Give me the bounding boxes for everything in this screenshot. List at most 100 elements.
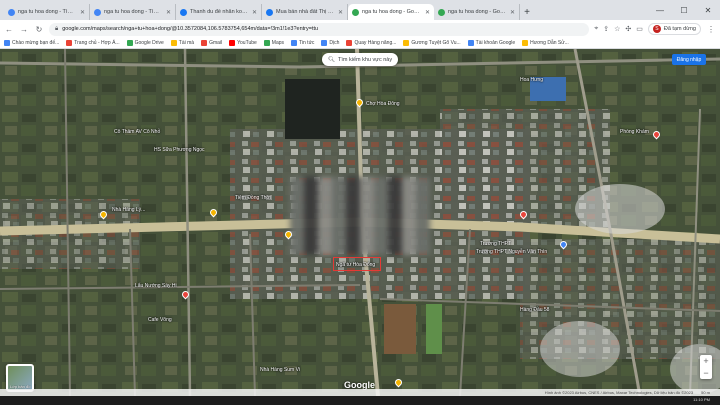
tab-title: nga tu hoa dong - Tìm trên Go xyxy=(104,9,163,15)
bookmark-label: Trang chủ - Hợp Á... xyxy=(74,40,120,46)
tab-title: nga tu hoa dong - Google Maps xyxy=(448,9,507,15)
forward-icon[interactable]: → xyxy=(19,23,29,35)
extensions-icon[interactable]: ✣ xyxy=(625,25,631,33)
tab-title: Mua bán nhà đất Thị xã Gò Cô xyxy=(276,9,335,15)
browser-tab[interactable]: nga tu hoa dong - Google Maps✕ xyxy=(434,4,520,20)
search-this-area-button[interactable]: 🔍︎ Tìm kiếm khu vực này xyxy=(322,53,399,66)
close-tab-icon[interactable]: ✕ xyxy=(425,9,430,16)
reload-icon[interactable]: ↻ xyxy=(34,23,44,35)
map-label[interactable]: Cafe Võng xyxy=(148,317,172,323)
minimize-icon[interactable]: — xyxy=(648,0,672,20)
location-icon[interactable]: ⌖ xyxy=(594,25,598,33)
map-label[interactable]: Nhà Hàng Lý... xyxy=(112,207,145,213)
share-icon[interactable]: ⇪ xyxy=(603,25,609,33)
sidebar-icon[interactable]: ▭ xyxy=(636,25,643,33)
zoom-out-button[interactable]: − xyxy=(703,367,708,379)
tab-title: nga tu hoa dong - Tìm trên Go xyxy=(18,9,77,15)
browser-tab[interactable]: nga tu hoa dong - Google Maps✕ xyxy=(348,4,434,20)
layers-toggle[interactable]: Lớp bản đồ xyxy=(6,364,34,392)
blurred-region xyxy=(290,177,430,255)
tab-title: nga tu hoa dong - Google Maps xyxy=(362,9,422,15)
favicon-icon xyxy=(94,8,101,16)
bookmark-item[interactable]: YouTube xyxy=(229,40,257,46)
bookmark-favicon-icon xyxy=(467,40,474,46)
bookmark-item[interactable]: Tin tức xyxy=(291,40,314,46)
bookmark-item[interactable]: Gmail xyxy=(201,40,222,46)
bookmark-item[interactable]: Tài mà xyxy=(170,40,195,46)
sign-in-button[interactable]: Đăng nhập xyxy=(672,54,706,65)
close-tab-icon[interactable]: ✕ xyxy=(80,9,85,16)
browser-tab[interactable]: Mua bán nhà đất Thị xã Gò Cô✕ xyxy=(262,4,348,20)
bookmark-item[interactable]: Tài khoản Google xyxy=(467,40,516,46)
bookmark-favicon-icon xyxy=(126,40,133,46)
favicon-icon xyxy=(8,8,15,16)
bookmark-label: YouTube xyxy=(237,40,257,46)
scale-label[interactable]: 50 m xyxy=(701,390,710,395)
bookmark-item[interactable]: Hương Dẫn Sử... xyxy=(522,40,569,46)
bookmark-favicon-icon xyxy=(522,40,529,46)
new-tab-button[interactable]: + xyxy=(520,4,534,20)
map-label[interactable]: Tiệm Đồng Thời xyxy=(235,195,271,201)
close-tab-icon[interactable]: ✕ xyxy=(510,9,515,16)
map-label[interactable]: Hoa Hưng xyxy=(520,77,543,83)
search-icon: 🔍︎ xyxy=(328,56,335,63)
bookmark-item[interactable]: Maps xyxy=(263,40,284,46)
bookmark-favicon-icon xyxy=(170,40,177,46)
bookmark-favicon-icon xyxy=(66,40,73,46)
back-icon[interactable]: ← xyxy=(4,23,14,35)
favicon-icon xyxy=(180,8,187,16)
map-label[interactable]: Hàng Đầu 58 xyxy=(520,307,549,313)
favicon-icon xyxy=(266,8,273,16)
browser-tab[interactable]: nga tu hoa dong - Tìm trên Go✕ xyxy=(90,4,176,20)
zoom-control: + − xyxy=(700,355,712,379)
map-label[interactable]: Phòng Khám xyxy=(620,129,649,135)
map-label[interactable]: Ngã tư Hòa Đông xyxy=(336,262,375,268)
maximize-icon[interactable]: ☐ xyxy=(672,0,696,20)
profile-button[interactable]: S Đã tạm dừng xyxy=(647,23,701,35)
attribution-text: Hình ảnh ©2023 Airbus, CNES / Airbus, Ma… xyxy=(544,390,694,395)
close-tab-icon[interactable]: ✕ xyxy=(166,9,171,16)
close-tab-icon[interactable]: ✕ xyxy=(252,9,257,16)
bookmark-label: Gmail xyxy=(209,40,223,46)
zoom-in-button[interactable]: + xyxy=(703,355,708,367)
browser-toolbar: ← → ↻ 🔒︎ google.com/maps/search/nga+tu+h… xyxy=(0,20,720,38)
bookmark-star-icon[interactable]: ☆ xyxy=(614,25,620,33)
close-icon[interactable]: ✕ xyxy=(696,0,720,20)
tab-strip: nga tu hoa dong - Tìm trên Go✕nga tu hoa… xyxy=(0,0,720,20)
map-label[interactable]: Trường THPT Nguyễn Văn Thìn xyxy=(476,249,547,255)
bookmark-label: Hương Dẫn Sử... xyxy=(530,40,569,46)
map-label[interactable]: Nhà Hàng Sum Vi xyxy=(260,367,300,373)
avatar: S xyxy=(652,25,661,33)
close-tab-icon[interactable]: ✕ xyxy=(338,9,343,16)
address-bar[interactable]: 🔒︎ google.com/maps/search/nga+tu+hoa+don… xyxy=(49,22,590,36)
map-label[interactable]: Lẩu Nướng Sáy Hi xyxy=(135,283,177,289)
bookmark-favicon-icon xyxy=(4,40,10,46)
satellite-map[interactable]: Trường THPT Cô Thảm AV Cô Nhỏ HS Sữa Phư… xyxy=(0,49,720,396)
bookmark-item[interactable]: Quay Hàng năng... xyxy=(346,40,396,46)
window-controls: — ☐ ✕ xyxy=(648,0,720,20)
url-text: google.com/maps/search/nga+tu+hoa+dong/@… xyxy=(62,26,319,32)
bookmark-item[interactable]: Google Drive xyxy=(126,40,164,46)
favicon-icon xyxy=(438,8,445,16)
bookmarks-bar: Chào mừng bạn đế... Trang chủ - Hợp Á... G… xyxy=(0,38,720,49)
profile-label: Đã tạm dừng xyxy=(663,26,696,32)
bookmark-item[interactable]: Trang chủ - Hợp Á... xyxy=(66,40,120,46)
bookmark-label: Tài mà xyxy=(178,40,195,46)
map-label[interactable]: HS Sữa Phương Ngọc xyxy=(154,147,205,153)
bookmark-favicon-icon xyxy=(229,40,236,46)
bookmark-item[interactable]: Chào mừng bạn đế... xyxy=(4,40,59,46)
bookmark-label: Tin tức xyxy=(299,40,315,46)
menu-icon[interactable]: ⋮ xyxy=(706,23,716,35)
map-label[interactable]: Chợ Hòa Đông xyxy=(366,101,400,107)
bookmark-label: Tài khoản Google xyxy=(475,40,516,46)
bookmark-favicon-icon xyxy=(321,40,328,46)
bookmark-item[interactable]: Gương Tuyệt Gõ Vu... xyxy=(403,40,461,46)
bookmark-label: Dịch xyxy=(329,40,340,46)
browser-tab[interactable]: Thanh du đề nhân ko không c✕ xyxy=(176,4,262,20)
bookmark-item[interactable]: Dịch xyxy=(321,40,339,46)
map-label[interactable]: Cô Thảm AV Cô Nhỏ xyxy=(114,129,160,135)
map-footer: Hình ảnh ©2023 Airbus, CNES / Airbus, Ma… xyxy=(0,389,720,396)
map-label[interactable]: Trường THPT xyxy=(480,241,511,247)
bookmark-favicon-icon xyxy=(263,40,270,46)
browser-tab[interactable]: nga tu hoa dong - Tìm trên Go✕ xyxy=(4,4,90,20)
